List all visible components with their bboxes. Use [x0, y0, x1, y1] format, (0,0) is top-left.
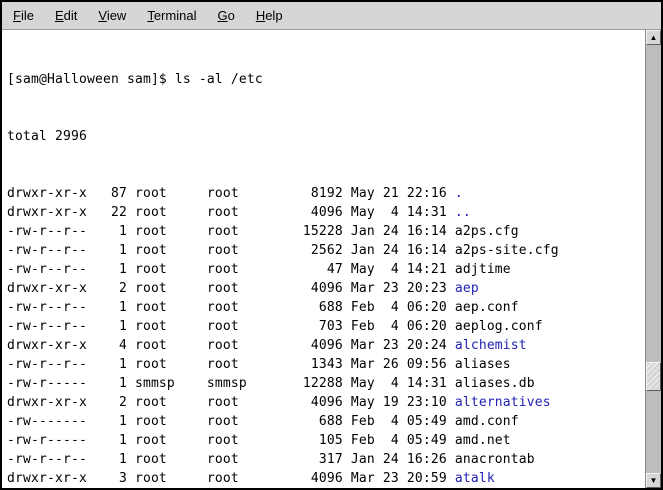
terminal-line: drwxr-xr-x 2 root root 4096 May 19 23:10…	[7, 393, 645, 412]
terminal-screen[interactable]: [sam@Halloween sam]$ ls -al /etc total 2…	[2, 30, 645, 488]
menu-item-edit[interactable]: Edit	[53, 5, 79, 26]
file-name: anacrontab	[455, 452, 535, 467]
file-name: adjtime	[455, 262, 511, 277]
file-name: aliases.db	[455, 376, 535, 391]
menu-item-label: V	[98, 8, 106, 23]
terminal-line: -rw-r--r-- 1 root root 2562 Jan 24 16:14…	[7, 241, 645, 260]
terminal-line: -rw-r--r-- 1 root root 47 May 4 14:21 ad…	[7, 260, 645, 279]
terminal-line: drwxr-xr-x 22 root root 4096 May 4 14:31…	[7, 203, 645, 222]
menu-item-file[interactable]: File	[11, 5, 36, 26]
file-name: amd.net	[455, 433, 511, 448]
terminal-line: -rw-r----- 1 root root 105 Feb 4 05:49 a…	[7, 431, 645, 450]
file-name: aep	[455, 281, 479, 296]
file-name: alternatives	[455, 395, 551, 410]
terminal-body: [sam@Halloween sam]$ ls -al /etc total 2…	[2, 30, 661, 488]
scrollbar[interactable]: ▲ ▼	[645, 30, 661, 488]
file-name: alchemist	[455, 338, 527, 353]
file-name: amd.conf	[455, 414, 519, 429]
menu-item-label: G	[217, 8, 227, 23]
scrollbar-thumb[interactable]	[646, 362, 661, 391]
scrollbar-trough[interactable]	[646, 45, 661, 473]
terminal-line: drwxr-xr-x 3 root root 4096 Mar 23 20:59…	[7, 469, 645, 488]
file-name: a2ps-site.cfg	[455, 243, 559, 258]
menu-item-help[interactable]: Help	[254, 5, 285, 26]
file-name: .	[455, 186, 463, 201]
terminal-line: drwxr-xr-x 87 root root 8192 May 21 22:1…	[7, 184, 645, 203]
file-name: ..	[455, 205, 471, 220]
down-arrow-icon: ▼	[650, 477, 658, 485]
scroll-up-button[interactable]: ▲	[646, 30, 661, 45]
terminal-line: -rw-r----- 1 smmsp smmsp 12288 May 4 14:…	[7, 374, 645, 393]
file-name: atalk	[455, 471, 495, 486]
terminal-window: File Edit View Terminal Go Help [sam@Hal…	[0, 0, 663, 490]
menu-item-view[interactable]: View	[96, 5, 128, 26]
file-listing: drwxr-xr-x 87 root root 8192 May 21 22:1…	[7, 184, 645, 488]
file-name: aeplog.conf	[455, 319, 543, 334]
menu-item-label: F	[13, 8, 21, 23]
menu-item-label: E	[55, 8, 64, 23]
menu-item-label: H	[256, 8, 265, 23]
up-arrow-icon: ▲	[650, 34, 658, 42]
total-line: total 2996	[7, 127, 645, 146]
terminal-line: drwxr-xr-x 4 root root 4096 Mar 23 20:24…	[7, 336, 645, 355]
scroll-down-button[interactable]: ▼	[646, 473, 661, 488]
terminal-line: -rw-r--r-- 1 root root 1343 Mar 26 09:56…	[7, 355, 645, 374]
terminal-line: -rw-r--r-- 1 root root 703 Feb 4 06:20 a…	[7, 317, 645, 336]
terminal-line: -rw-r--r-- 1 root root 688 Feb 4 06:20 a…	[7, 298, 645, 317]
menu-item-terminal[interactable]: Terminal	[145, 5, 198, 26]
file-name: a2ps.cfg	[455, 224, 519, 239]
terminal-line: -rw-r--r-- 1 root root 15228 Jan 24 16:1…	[7, 222, 645, 241]
menu-item-go[interactable]: Go	[215, 5, 236, 26]
terminal-line: drwxr-xr-x 2 root root 4096 Mar 23 20:23…	[7, 279, 645, 298]
terminal-line: -rw------- 1 root root 688 Feb 4 05:49 a…	[7, 412, 645, 431]
terminal-line: -rw-r--r-- 1 root root 317 Jan 24 16:26 …	[7, 450, 645, 469]
menubar: File Edit View Terminal Go Help	[2, 2, 661, 30]
file-name: aep.conf	[455, 300, 519, 315]
file-name: aliases	[455, 357, 511, 372]
prompt-line: [sam@Halloween sam]$ ls -al /etc	[7, 70, 645, 89]
